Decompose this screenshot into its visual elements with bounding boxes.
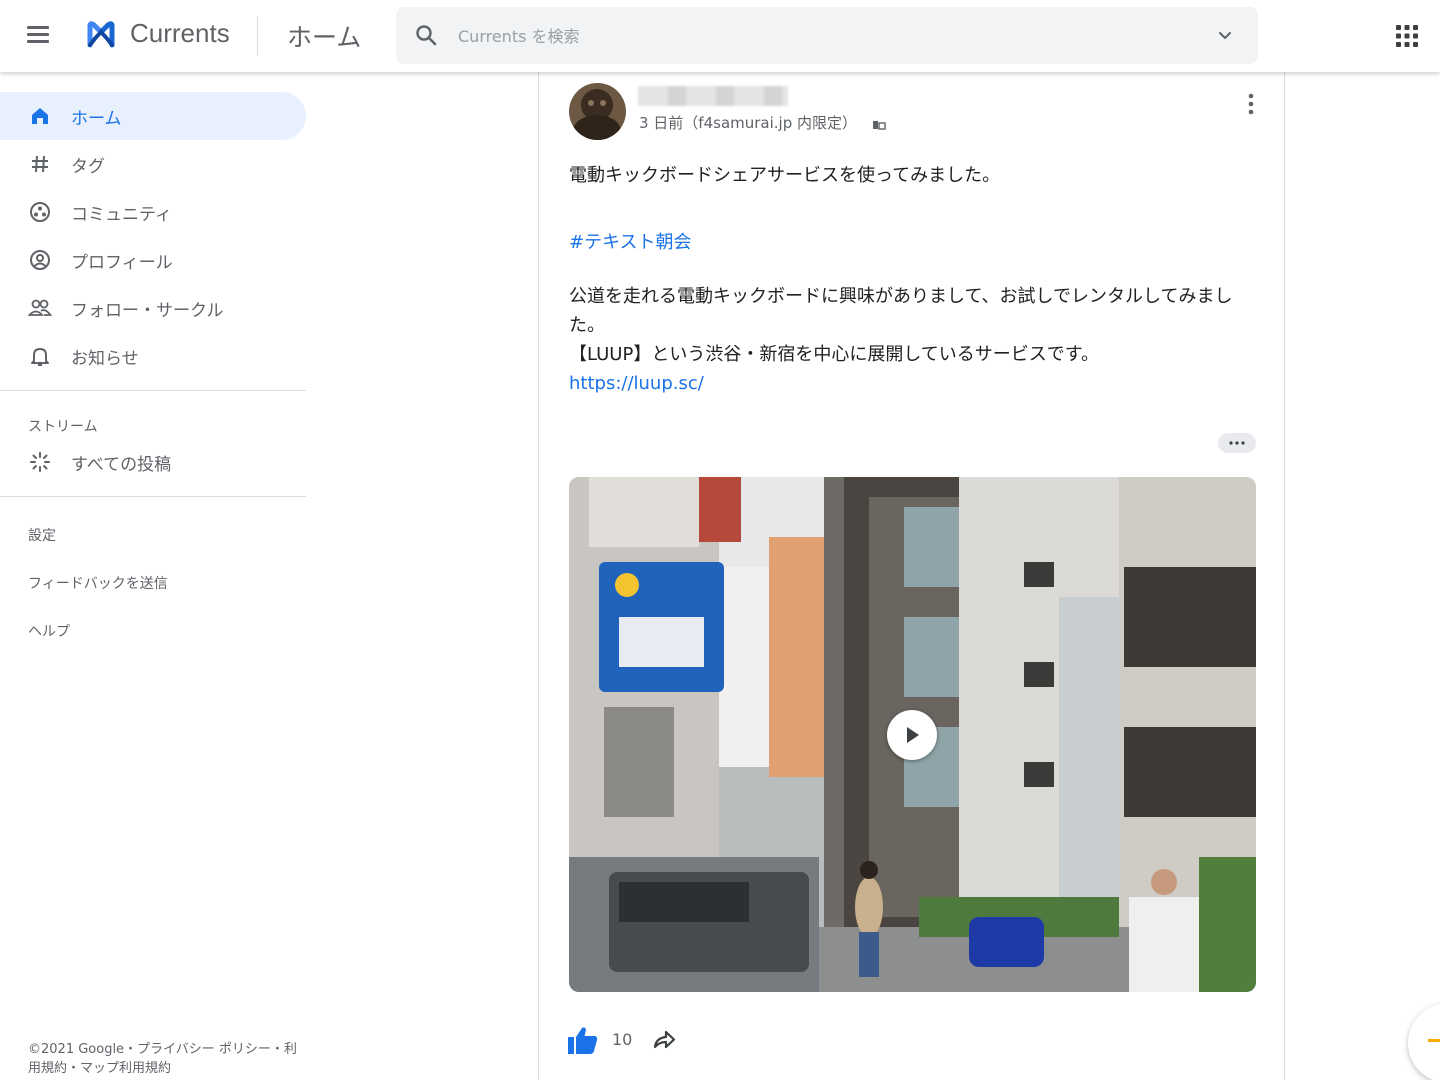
brand-name[interactable]: Currents [130, 18, 230, 49]
post-meta-text: 3 日前（f4samurai.jp 内限定） [639, 114, 858, 132]
ellipsis-icon [1229, 441, 1245, 445]
sidebar-item-label: ホーム [71, 108, 122, 129]
sidebar-item-label: お知らせ [71, 348, 139, 369]
domain-icon [872, 121, 886, 130]
sidebar-item-label: プロフィール [71, 252, 173, 273]
sidebar-item-label: タグ [71, 156, 105, 177]
page-title: ホーム [287, 23, 362, 52]
send-feedback-link[interactable]: フィードバックを送信 [28, 573, 168, 593]
more-options-icon[interactable] [1241, 92, 1261, 116]
app-header: Currents ホーム [0, 0, 1440, 72]
author-name-redacted[interactable] [638, 86, 788, 106]
create-post-button[interactable] [1408, 1003, 1440, 1080]
chevron-down-icon[interactable] [1216, 27, 1234, 45]
menu-line [27, 40, 49, 43]
currents-logo-icon[interactable] [84, 18, 118, 52]
sparkle-icon [28, 450, 52, 474]
post-card: 3 日前（f4samurai.jp 内限定） 電動キックボードシェアサービスを使… [538, 72, 1285, 1080]
post-hashtag[interactable]: #テキスト朝会 [569, 228, 692, 254]
thumbs-up-icon[interactable] [567, 1025, 599, 1055]
sidebar-item-all-posts[interactable]: すべての投稿 [0, 438, 306, 486]
sidebar-item-label: フォロー・サークル [71, 300, 224, 321]
post-body-line: 【LUUP】という渋谷・新宿を中心に展開しているサービスです。 [569, 344, 1099, 365]
streams-section-label: ストリーム [28, 419, 98, 435]
post-link[interactable]: https://luup.sc/ [569, 373, 704, 394]
header-divider [257, 16, 258, 56]
sidebar-item-community[interactable]: コミュニティ [0, 188, 306, 236]
sidebar-item-home[interactable]: ホーム [0, 92, 306, 140]
community-icon [28, 200, 52, 224]
share-icon[interactable] [651, 1027, 677, 1053]
avatar[interactable] [569, 83, 626, 140]
sidebar-item-follow-circles[interactable]: フォロー・サークル [0, 284, 306, 332]
play-icon [907, 727, 919, 743]
sidebar-divider [0, 496, 306, 497]
sidebar-item-label: すべての投稿 [71, 454, 172, 475]
sidebar-item-notifications[interactable]: お知らせ [0, 332, 306, 380]
video-thumbnail[interactable] [569, 477, 1256, 992]
sidebar-item-profile[interactable]: プロフィール [0, 236, 306, 284]
post-meta: 3 日前（f4samurai.jp 内限定） [639, 112, 886, 133]
settings-link[interactable]: 設定 [28, 525, 56, 545]
sidebar: ホーム タグ コミュニティ プロフィール フォロー・サークル お知らせ ストリー… [0, 72, 306, 1080]
show-more-chip[interactable] [1218, 433, 1256, 453]
post-body: 公道を走れる電動キックボードに興味がありまして、お試しでレンタルしてみました。 … [569, 282, 1259, 398]
profile-icon [28, 248, 52, 272]
menu-line [27, 33, 49, 36]
search-input[interactable] [458, 21, 1198, 51]
plus-icon [1428, 1039, 1440, 1042]
post-title: 電動キックボードシェアサービスを使ってみました。 [569, 165, 1001, 186]
play-button[interactable] [887, 710, 937, 760]
home-icon [28, 104, 52, 128]
help-link[interactable]: ヘルプ [28, 621, 70, 641]
menu-line [27, 26, 49, 29]
hash-icon [28, 152, 52, 176]
post-body-line: 公道を走れる電動キックボードに興味がありまして、お試しでレンタルしてみました。 [569, 286, 1233, 336]
sidebar-item-label: コミュニティ [71, 204, 172, 225]
like-count: 10 [612, 1030, 633, 1049]
footer-legal-text[interactable]: ©2021 Google・プライバシー ポリシー・利用規約・マップ利用規約 [28, 1040, 298, 1078]
search-bar[interactable] [396, 7, 1258, 64]
people-icon [28, 296, 52, 320]
apps-grid-icon[interactable] [1395, 24, 1419, 48]
sidebar-item-tags[interactable]: タグ [0, 140, 306, 188]
sidebar-divider [0, 390, 306, 391]
main-menu-button[interactable] [22, 22, 54, 50]
search-icon[interactable] [414, 23, 438, 47]
bell-icon [28, 344, 52, 368]
